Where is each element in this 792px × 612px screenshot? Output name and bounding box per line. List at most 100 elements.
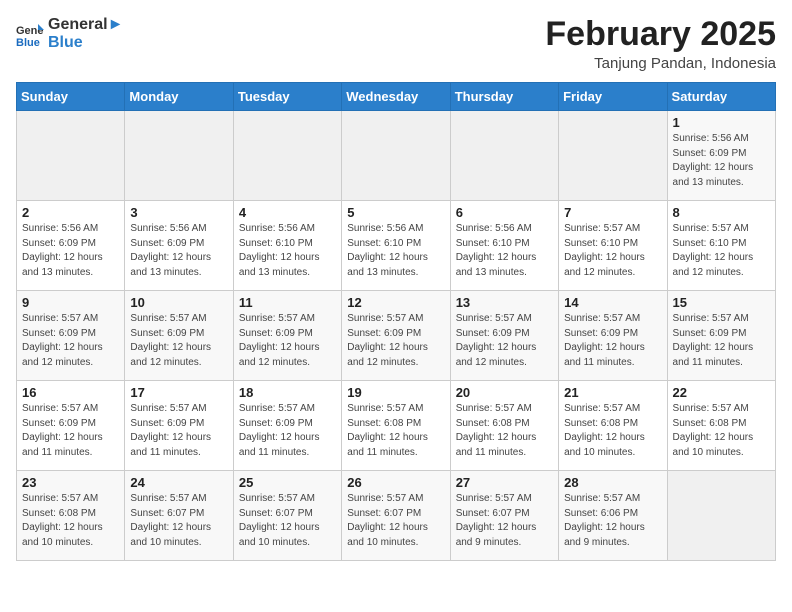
calendar-cell: 24 Sunrise: 5:57 AM Sunset: 6:07 PM Dayli… [125,471,233,561]
day-number: 10 [130,295,227,310]
day-info: Sunrise: 5:56 AM Sunset: 6:09 PM Dayligh… [22,222,119,280]
calendar-cell: 1 Sunrise: 5:56 AM Sunset: 6:09 PM Daylig… [667,111,775,201]
day-info: Sunrise: 5:57 AM Sunset: 6:09 PM Dayligh… [456,312,553,370]
day-info: Sunrise: 5:57 AM Sunset: 6:07 PM Dayligh… [130,492,227,550]
header-day-thursday: Thursday [450,83,558,111]
day-info: Sunrise: 5:56 AM Sunset: 6:10 PM Dayligh… [239,222,336,280]
day-number: 28 [564,475,661,490]
day-number: 23 [22,475,119,490]
day-number: 18 [239,385,336,400]
calendar-cell: 2 Sunrise: 5:56 AM Sunset: 6:09 PM Daylig… [17,201,125,291]
calendar-body: 1 Sunrise: 5:56 AM Sunset: 6:09 PM Daylig… [17,111,776,561]
calendar-header: SundayMondayTuesdayWednesdayThursdayFrid… [17,83,776,111]
calendar-cell: 26 Sunrise: 5:57 AM Sunset: 6:07 PM Dayli… [342,471,450,561]
header-day-sunday: Sunday [17,83,125,111]
calendar-cell: 20Sunrise: 5:57 AM Sunset: 6:08 PM Dayli… [450,381,558,471]
week-row-4: 16Sunrise: 5:57 AM Sunset: 6:09 PM Dayli… [17,381,776,471]
calendar-cell: 13 Sunrise: 5:57 AM Sunset: 6:09 PM Dayli… [450,291,558,381]
day-info: Sunrise: 5:57 AM Sunset: 6:10 PM Dayligh… [564,222,661,280]
calendar-cell: 12 Sunrise: 5:57 AM Sunset: 6:09 PM Dayli… [342,291,450,381]
week-row-5: 23 Sunrise: 5:57 AM Sunset: 6:08 PM Dayli… [17,471,776,561]
day-info: Sunrise: 5:57 AM Sunset: 6:08 PM Dayligh… [22,492,119,550]
day-info: Sunrise: 5:56 AM Sunset: 6:09 PM Dayligh… [130,222,227,280]
header-day-wednesday: Wednesday [342,83,450,111]
day-number: 25 [239,475,336,490]
day-number: 11 [239,295,336,310]
calendar-title: February 2025 [545,16,776,53]
day-info: Sunrise: 5:57 AM Sunset: 6:09 PM Dayligh… [130,312,227,370]
day-number: 14 [564,295,661,310]
day-info: Sunrise: 5:57 AM Sunset: 6:07 PM Dayligh… [347,492,444,550]
calendar-cell: 16Sunrise: 5:57 AM Sunset: 6:09 PM Dayli… [17,381,125,471]
calendar-cell: 3Sunrise: 5:56 AM Sunset: 6:09 PM Daylig… [125,201,233,291]
calendar-cell [667,471,775,561]
calendar-cell: 17Sunrise: 5:57 AM Sunset: 6:09 PM Dayli… [125,381,233,471]
day-number: 4 [239,205,336,220]
calendar-cell: 9Sunrise: 5:57 AM Sunset: 6:09 PM Daylig… [17,291,125,381]
calendar-cell: 14 Sunrise: 5:57 AM Sunset: 6:09 PM Dayli… [559,291,667,381]
calendar-cell [125,111,233,201]
day-number: 1 [673,115,770,130]
calendar-table: SundayMondayTuesdayWednesdayThursdayFrid… [16,82,776,561]
calendar-cell: 8Sunrise: 5:57 AM Sunset: 6:10 PM Daylig… [667,201,775,291]
header-day-saturday: Saturday [667,83,775,111]
day-info: Sunrise: 5:56 AM Sunset: 6:10 PM Dayligh… [456,222,553,280]
day-info: Sunrise: 5:56 AM Sunset: 6:09 PM Dayligh… [673,132,770,190]
logo-general: General► [48,16,123,34]
calendar-cell: 28 Sunrise: 5:57 AM Sunset: 6:06 PM Dayli… [559,471,667,561]
logo-blue: Blue [48,34,123,52]
day-info: Sunrise: 5:57 AM Sunset: 6:07 PM Dayligh… [456,492,553,550]
calendar-cell: 7 Sunrise: 5:57 AM Sunset: 6:10 PM Daylig… [559,201,667,291]
week-row-3: 9 Sunrise: 5:57 AM Sunset: 6:09 PM Daylig… [17,291,776,381]
day-info: Sunrise: 5:57 AM Sunset: 6:08 PM Dayligh… [564,402,661,460]
header-day-tuesday: Tuesday [233,83,341,111]
title-block: February 2025 Tanjung Pandan, Indonesia [545,16,776,72]
day-number: 22 [673,385,770,400]
day-info: Sunrise: 5:57 AM Sunset: 6:09 PM Dayligh… [347,312,444,370]
calendar-cell: 4 Sunrise: 5:56 AM Sunset: 6:10 PM Daylig… [233,201,341,291]
day-number: 6 [456,205,553,220]
calendar-cell: 11Sunrise: 5:57 AM Sunset: 6:09 PM Dayli… [233,291,341,381]
day-number: 19 [347,385,444,400]
calendar-subtitle: Tanjung Pandan, Indonesia [545,55,776,72]
day-info: Sunrise: 5:57 AM Sunset: 6:08 PM Dayligh… [673,402,770,460]
header-day-monday: Monday [125,83,233,111]
calendar-cell [450,111,558,201]
svg-text:Blue: Blue [16,37,40,48]
day-number: 24 [130,475,227,490]
week-row-1: 1 Sunrise: 5:56 AM Sunset: 6:09 PM Daylig… [17,111,776,201]
day-number: 20 [456,385,553,400]
calendar-cell [17,111,125,201]
day-number: 17 [130,385,227,400]
calendar-cell: 25 Sunrise: 5:57 AM Sunset: 6:07 PM Dayli… [233,471,341,561]
day-number: 7 [564,205,661,220]
header-day-friday: Friday [559,83,667,111]
day-number: 2 [22,205,119,220]
calendar-cell: 18Sunrise: 5:57 AM Sunset: 6:09 PM Dayli… [233,381,341,471]
day-number: 5 [347,205,444,220]
logo: General Blue General► Blue [16,16,123,51]
page-header: General Blue General► Blue February 2025… [16,16,776,72]
calendar-cell: 10 Sunrise: 5:57 AM Sunset: 6:09 PM Dayli… [125,291,233,381]
header-row: SundayMondayTuesdayWednesdayThursdayFrid… [17,83,776,111]
calendar-cell: 27 Sunrise: 5:57 AM Sunset: 6:07 PM Dayli… [450,471,558,561]
calendar-cell: 6 Sunrise: 5:56 AM Sunset: 6:10 PM Daylig… [450,201,558,291]
calendar-cell [233,111,341,201]
day-info: Sunrise: 5:56 AM Sunset: 6:10 PM Dayligh… [347,222,444,280]
day-number: 8 [673,205,770,220]
day-number: 12 [347,295,444,310]
logo-icon: General Blue [16,20,44,48]
day-number: 9 [22,295,119,310]
calendar-cell: 19 Sunrise: 5:57 AM Sunset: 6:08 PM Dayli… [342,381,450,471]
day-number: 27 [456,475,553,490]
calendar-cell [559,111,667,201]
day-info: Sunrise: 5:57 AM Sunset: 6:07 PM Dayligh… [239,492,336,550]
day-number: 26 [347,475,444,490]
calendar-cell: 5 Sunrise: 5:56 AM Sunset: 6:10 PM Daylig… [342,201,450,291]
day-number: 16 [22,385,119,400]
day-info: Sunrise: 5:57 AM Sunset: 6:06 PM Dayligh… [564,492,661,550]
day-info: Sunrise: 5:57 AM Sunset: 6:09 PM Dayligh… [564,312,661,370]
day-number: 13 [456,295,553,310]
day-info: Sunrise: 5:57 AM Sunset: 6:08 PM Dayligh… [347,402,444,460]
calendar-cell: 22 Sunrise: 5:57 AM Sunset: 6:08 PM Dayli… [667,381,775,471]
